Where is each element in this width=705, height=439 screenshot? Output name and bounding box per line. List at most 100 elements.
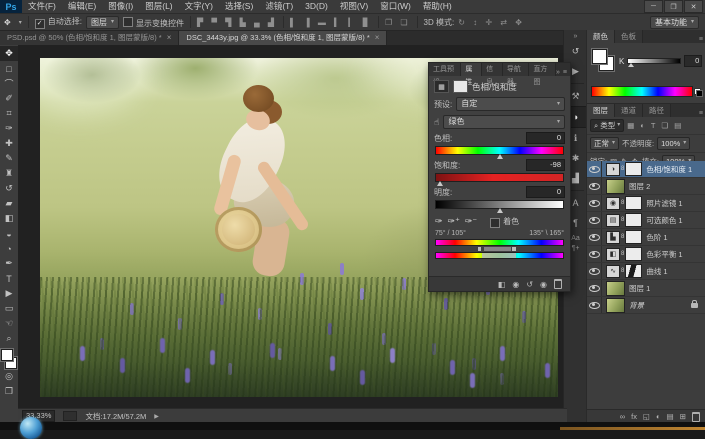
toggle-visibility-icon[interactable]: ◉ [540, 280, 547, 289]
colorize-checkbox[interactable]: 着色 [490, 216, 519, 227]
mask-thumbnail[interactable] [625, 230, 642, 244]
eye-icon[interactable] [587, 297, 602, 313]
healing-brush-tool[interactable]: ✚ [0, 136, 18, 151]
close-tab-icon[interactable]: × [375, 31, 380, 45]
layer-row-background[interactable]: 背景 [587, 297, 705, 314]
color-swatches[interactable] [592, 49, 614, 71]
collapse-panels-icon[interactable]: » [565, 31, 586, 41]
layer-row-hue-saturation[interactable]: ◑ 8 色相/饱和度 1 [587, 161, 705, 178]
restore-button[interactable]: ❐ [664, 0, 683, 13]
status-options-arrow-icon[interactable]: ▶ [154, 413, 159, 420]
delete-layer-icon[interactable] [692, 412, 700, 422]
foreground-color-swatch[interactable] [592, 49, 607, 64]
adjustment-thumbnail[interactable]: ▙ [606, 231, 620, 244]
screen-mode-button[interactable]: ❐ [0, 384, 18, 399]
close-tab-icon[interactable]: × [167, 31, 172, 45]
layer-row-layer2[interactable]: 图层 2 [587, 178, 705, 195]
layer-row-levels[interactable]: ▙ 8 色阶 1 [587, 229, 705, 246]
layer-thumbnail[interactable] [606, 281, 625, 296]
adjustment-thumbnail[interactable]: ▤ [606, 214, 620, 227]
layer-row-color-balance[interactable]: ◧ 8 色彩平衡 1 [587, 246, 705, 263]
eye-icon[interactable] [587, 246, 602, 262]
link-layers-icon[interactable]: ∞ [620, 412, 625, 421]
menu-select[interactable]: 选择(S) [219, 0, 259, 13]
filter-kind-icons[interactable]: ▦ ◐ T ❏ ▤ [627, 121, 683, 130]
new-adjustment-icon[interactable]: ◐ [656, 412, 661, 421]
lasso-tool[interactable]: ⌒ [0, 76, 18, 91]
new-group-icon[interactable]: ▤ [667, 412, 674, 421]
mask-thumbnail[interactable] [625, 196, 642, 210]
brush-tool[interactable]: ✎ [0, 151, 18, 166]
menu-edit[interactable]: 编辑(E) [62, 0, 102, 13]
channel-dropdown[interactable]: 绿色▾ [443, 115, 565, 129]
menu-3d[interactable]: 3D(D) [299, 0, 334, 13]
adjustment-thumbnail[interactable]: ◉ [606, 197, 620, 210]
checkbox-checked-icon[interactable]: ✓ [35, 19, 45, 29]
eraser-tool[interactable]: ▰ [0, 196, 18, 211]
tab-paths[interactable]: 路径 [643, 104, 671, 117]
menu-window[interactable]: 窗口(W) [374, 0, 417, 13]
marquee-tool[interactable]: □ [0, 61, 18, 76]
workspace-switcher[interactable]: 基本功能▾ [650, 16, 699, 29]
adjustment-thumbnail[interactable]: ∿ [606, 265, 620, 278]
close-button[interactable]: ✕ [684, 0, 703, 13]
eyedropper-icon[interactable]: ✑ [435, 216, 443, 227]
tab-properties[interactable]: 属性 [461, 63, 482, 76]
adjustment-thumbnail[interactable]: ◑ [606, 163, 620, 176]
saturation-slider[interactable] [435, 173, 564, 182]
reset-adjustment-icon[interactable]: ↺ [526, 280, 533, 289]
tab-histogram[interactable]: 直方图 [529, 63, 556, 76]
color-swatches[interactable] [1, 349, 17, 369]
mask-badge-icon[interactable] [453, 80, 468, 93]
blend-mode-dropdown[interactable]: 正常▾ [590, 137, 619, 150]
arrange-icons[interactable]: ❐ ❏ [385, 18, 411, 27]
tab-tool-presets[interactable]: 工具预设 [429, 63, 461, 76]
add-mask-icon[interactable]: ◱ [643, 412, 650, 421]
mask-thumbnail[interactable] [625, 264, 642, 278]
hue-slider[interactable] [435, 146, 564, 155]
spectrum-end-swatches[interactable] [694, 88, 703, 97]
view-previous-state-icon[interactable]: ◉ [512, 280, 519, 289]
layer-row-photo-filter[interactable]: ◉ 8 照片滤镜 1 [587, 195, 705, 212]
eye-icon[interactable] [587, 263, 602, 279]
clip-to-layer-icon[interactable]: ◧ [498, 280, 506, 289]
lightness-value-field[interactable]: 0 [526, 186, 565, 198]
hand-tool[interactable]: ☜ [0, 316, 18, 331]
align-icons[interactable]: ▛ ▀ ▜ ▙ ▄ ▟ [197, 18, 277, 27]
windows-start-orb[interactable] [20, 417, 42, 439]
tool-preset-caret-icon[interactable]: ▾ [19, 19, 22, 26]
mask-thumbnail[interactable] [625, 247, 642, 261]
layer-thumbnail[interactable] [606, 298, 625, 313]
menu-view[interactable]: 视图(V) [334, 0, 374, 13]
move-tool[interactable]: ✥ [0, 46, 18, 61]
quick-selection-tool[interactable]: ✐ [0, 91, 18, 106]
hue-slider-thumb[interactable] [497, 154, 503, 159]
k-slider[interactable] [627, 58, 681, 64]
eye-icon[interactable] [587, 195, 602, 211]
layer-style-icon[interactable]: fx [631, 412, 637, 421]
mode-icons[interactable]: ↻ ↕ ✛ ⇄ ✥ [458, 18, 525, 27]
clone-stamp-tool[interactable]: ♜ [0, 166, 18, 181]
eyedropper-tool[interactable]: ✑ [0, 121, 18, 136]
color-spectrum-ramp[interactable] [591, 86, 693, 97]
preset-dropdown[interactable]: 自定▾ [456, 97, 565, 111]
show-transform-checkbox[interactable]: 显示变换控件 [123, 16, 184, 29]
history-brush-tool[interactable]: ↺ [0, 181, 18, 196]
crop-tool[interactable]: ⌗ [0, 106, 18, 121]
eye-icon[interactable] [587, 161, 602, 177]
collapse-panel-icon[interactable]: » [556, 69, 563, 76]
tab-layers[interactable]: 图层 [587, 104, 615, 117]
panel-menu-icon[interactable]: ≡ [563, 69, 570, 76]
foreground-color-swatch[interactable] [1, 349, 13, 361]
quick-mask-button[interactable]: ◎ [0, 369, 18, 384]
auto-select-checkbox[interactable]: ✓自动选择: [35, 16, 82, 28]
tab-navigator[interactable]: 导航器 [503, 63, 530, 76]
panel-menu-icon[interactable]: ≡ [699, 36, 705, 43]
tab-swatches[interactable]: 色板 [615, 30, 643, 43]
eye-icon[interactable] [587, 212, 602, 228]
type-tool[interactable]: T [0, 271, 18, 286]
saturation-value-field[interactable]: -98 [526, 159, 565, 171]
layer-row-selective-color[interactable]: ▤ 8 可选颜色 1 [587, 212, 705, 229]
minimize-button[interactable]: ─ [644, 0, 663, 13]
auto-select-dropdown[interactable]: 图层▾ [86, 16, 119, 29]
